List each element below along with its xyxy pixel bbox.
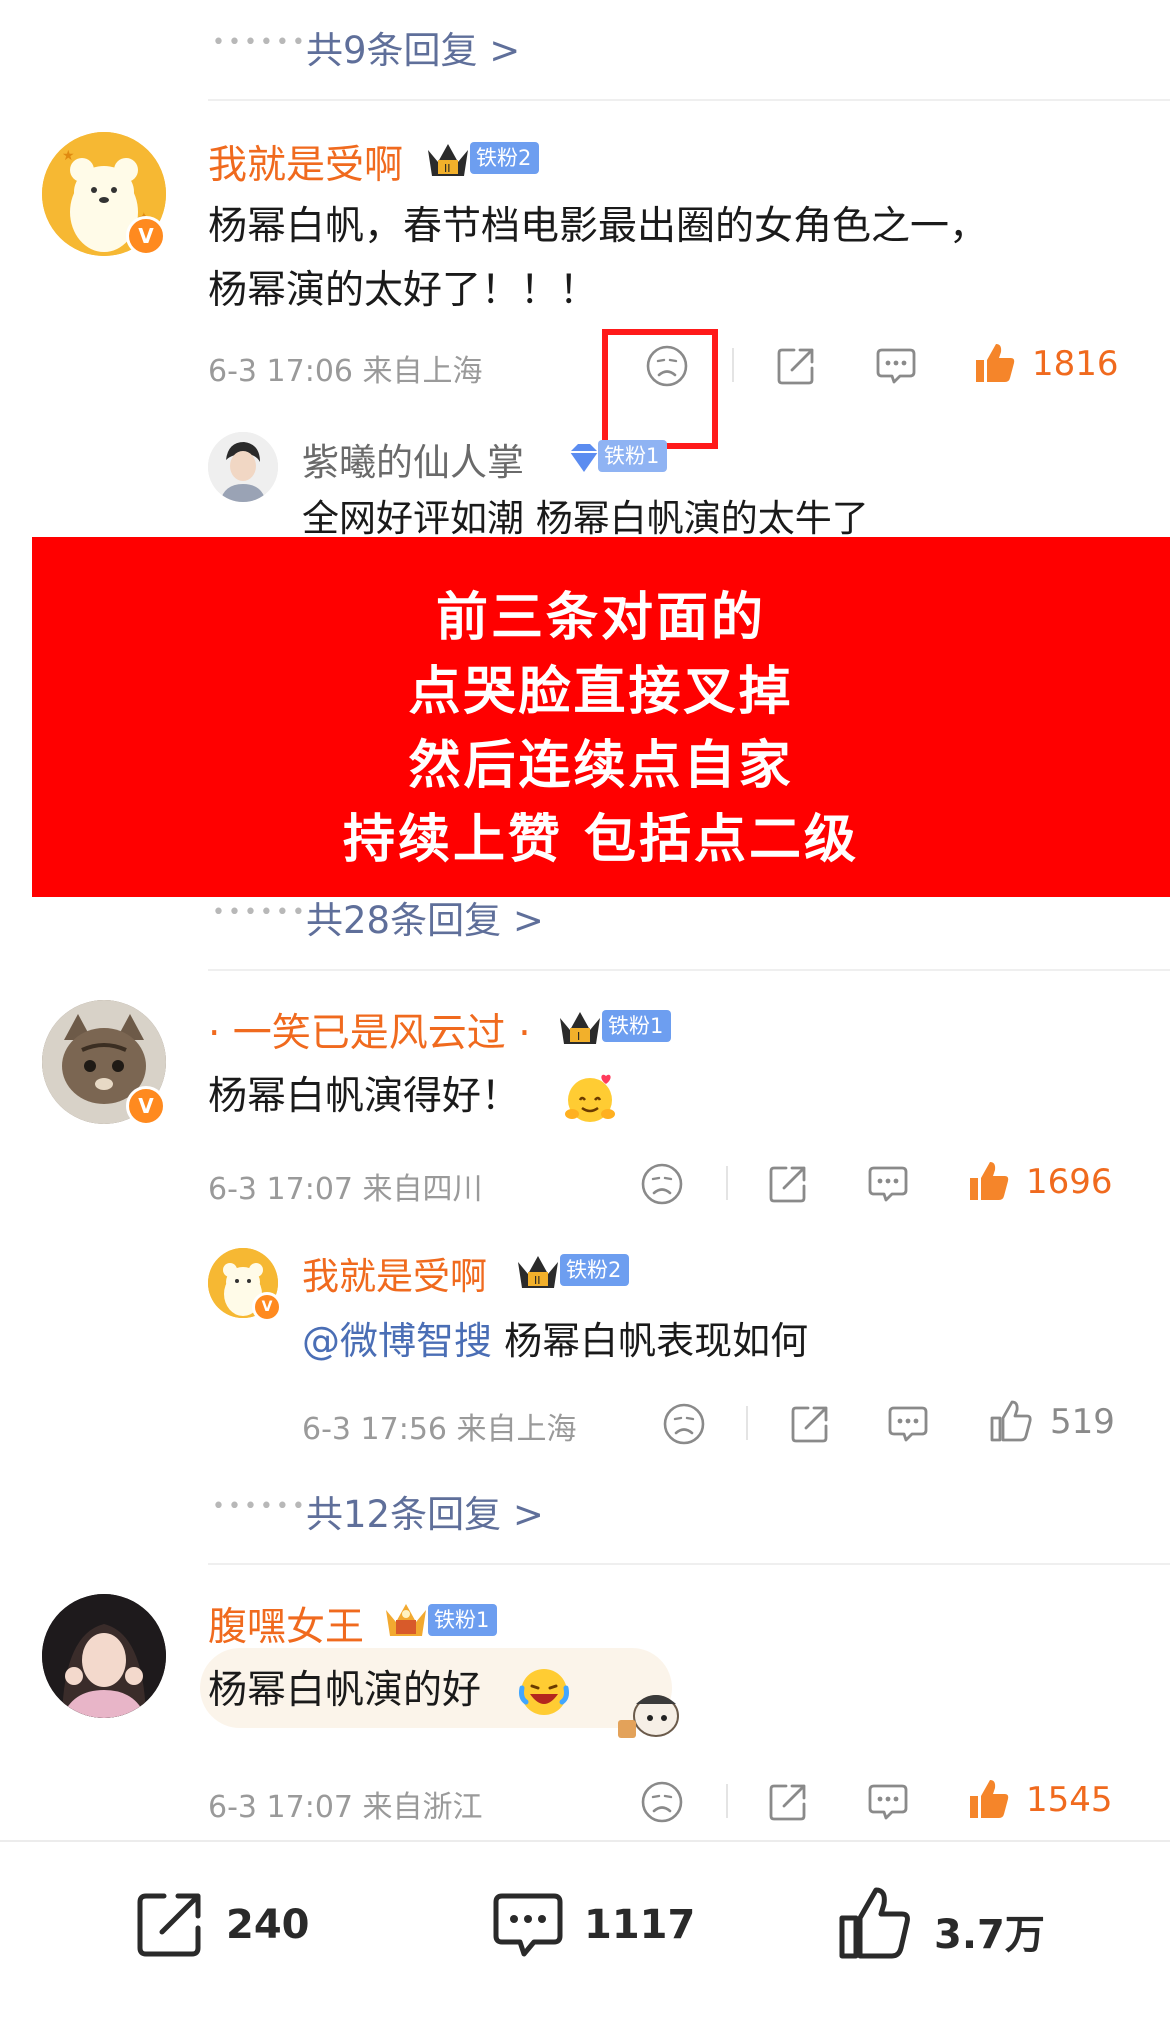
- reply-text-body: 杨幂白帆表现如何: [492, 1319, 809, 1363]
- crown-icon: [386, 1604, 426, 1636]
- share-icon[interactable]: [766, 1162, 810, 1206]
- comment-username[interactable]: 我就是受啊: [208, 134, 403, 190]
- fan-badge: 铁粉1: [428, 1604, 498, 1636]
- view-replies-link[interactable]: 共12条回复 >: [306, 1484, 544, 1538]
- verified-badge-icon: V: [252, 1292, 282, 1322]
- divider: [208, 969, 1170, 971]
- bottom-action-bar: 240 1117 3.7万: [0, 1840, 1170, 2028]
- banner-line-4: 持续上赞 包括点二级: [342, 810, 860, 870]
- like-icon[interactable]: [966, 1158, 1012, 1204]
- crown-icon: I: [560, 1012, 600, 1044]
- divider: [208, 1563, 1170, 1565]
- like-count: 519: [1050, 1402, 1115, 1442]
- share-count: 240: [226, 1902, 310, 1948]
- comment-meta: 6-3 17:07 来自四川: [208, 1172, 483, 1207]
- sad-face-icon[interactable]: [640, 1780, 684, 1824]
- banner-line-1: 前三条对面的: [435, 588, 766, 648]
- laughing-emoji-icon: [519, 1669, 569, 1715]
- anime-sticker-icon: [618, 1695, 679, 1738]
- mention-link[interactable]: @微博智搜: [302, 1319, 492, 1363]
- share-icon[interactable]: [774, 344, 818, 388]
- woman-avatar-icon: [42, 1594, 166, 1718]
- comment-icon[interactable]: [490, 1888, 566, 1964]
- sad-face-icon[interactable]: [640, 1162, 684, 1206]
- separator: [726, 1166, 728, 1200]
- svg-text:II: II: [534, 1274, 541, 1287]
- comment-username[interactable]: 腹嘿女王: [208, 1596, 364, 1652]
- like-count: 1696: [1026, 1162, 1113, 1202]
- hug-emoji-icon: [565, 1074, 615, 1122]
- reply-meta: 6-3 17:56 来自上海: [302, 1412, 577, 1447]
- comment-username[interactable]: · 一笑已是风云过 ·: [208, 1002, 531, 1058]
- comment-meta: 6-3 17:06 来自上海: [208, 354, 483, 389]
- like-count: 1816: [1032, 344, 1119, 384]
- replies-dots: ••••••: [212, 30, 308, 55]
- like-outline-icon[interactable]: [988, 1398, 1034, 1444]
- comment-icon[interactable]: [886, 1402, 930, 1446]
- comment-meta: 6-3 17:07 来自浙江: [208, 1790, 483, 1825]
- verified-badge-icon: V: [126, 1086, 166, 1126]
- highlight-box: [602, 329, 718, 449]
- avatar[interactable]: [42, 1594, 166, 1718]
- fan-badge: 铁粉2: [470, 142, 540, 174]
- reply-text: @微博智搜 杨幂白帆表现如何: [302, 1312, 808, 1370]
- comment-text: 杨幂白帆，春节档电影最出圈的女角色之一，: [208, 204, 989, 249]
- share-icon[interactable]: [132, 1888, 206, 1962]
- like-count: 1545: [1026, 1780, 1113, 1820]
- crown-icon: II: [428, 144, 468, 176]
- view-replies-link[interactable]: 共28条回复 >: [306, 890, 544, 944]
- verified-badge-icon: V: [126, 216, 166, 256]
- view-replies-link[interactable]: 共9条回复 >: [306, 20, 520, 74]
- like-icon[interactable]: [966, 1776, 1012, 1822]
- comment-text: 杨幂白帆演的好: [208, 1668, 482, 1713]
- separator: [732, 348, 734, 382]
- sad-face-icon[interactable]: [662, 1402, 706, 1446]
- comment-count: 1117: [584, 1902, 696, 1948]
- comment-icon[interactable]: [874, 344, 918, 388]
- fan-badge: 铁粉2: [560, 1254, 630, 1286]
- replies-dots: ••••••: [212, 1494, 308, 1519]
- replies-dots: ••••••: [212, 900, 308, 925]
- comment-text-line2: 杨幂演的太好了！！！: [208, 268, 599, 313]
- separator: [726, 1784, 728, 1818]
- svg-text:★: ★: [62, 148, 75, 164]
- like-icon[interactable]: [972, 340, 1018, 386]
- like-outline-icon[interactable]: [836, 1884, 914, 1962]
- comment-icon[interactable]: [866, 1780, 910, 1824]
- fan-badge: 铁粉1: [602, 1010, 672, 1042]
- reply-username[interactable]: 我就是受啊: [302, 1246, 487, 1300]
- like-total-count: 3.7万: [934, 1912, 1045, 1958]
- reply-avatar[interactable]: [208, 432, 278, 502]
- comment-icon[interactable]: [866, 1162, 910, 1206]
- separator: [746, 1406, 748, 1440]
- crown-icon: II: [518, 1256, 558, 1288]
- reply-username[interactable]: 紫曦的仙人掌: [302, 432, 524, 486]
- annotation-banner: 前三条对面的 点哭脸直接叉掉 然后连续点自家 持续上赞 包括点二级: [32, 537, 1170, 897]
- fan-badge: 铁粉1: [598, 440, 668, 472]
- banner-line-3: 然后连续点自家: [408, 736, 794, 796]
- person-avatar-icon: [208, 432, 278, 502]
- divider: [208, 99, 1170, 101]
- share-icon[interactable]: [788, 1402, 832, 1446]
- comment-text: 杨幂白帆演得好！: [208, 1074, 521, 1119]
- share-icon[interactable]: [766, 1780, 810, 1824]
- banner-line-2: 点哭脸直接叉掉: [408, 662, 794, 722]
- svg-text:II: II: [444, 162, 451, 175]
- svg-text:I: I: [577, 1030, 580, 1043]
